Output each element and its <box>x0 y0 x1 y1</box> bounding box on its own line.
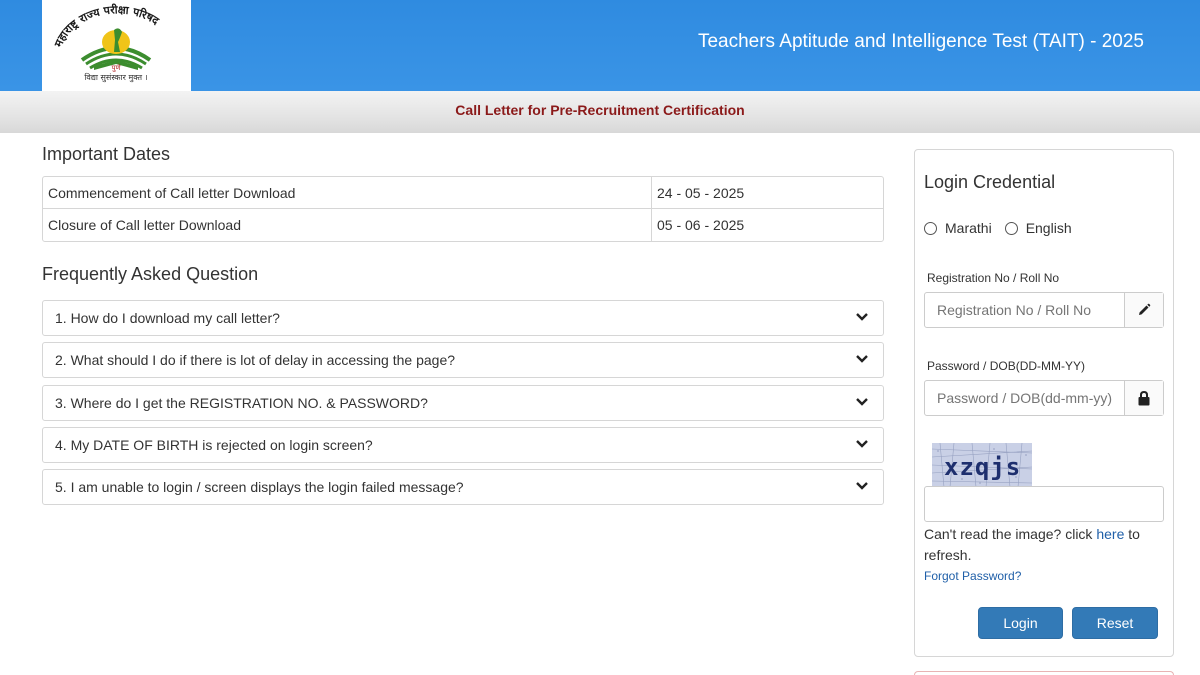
table-row: Closure of Call letter Download 05 - 06 … <box>43 209 883 241</box>
login-button[interactable]: Login <box>978 607 1063 639</box>
date-label: Commencement of Call letter Download <box>43 177 652 208</box>
site-title: Teachers Aptitude and Intelligence Test … <box>697 31 1144 52</box>
site-logo: महाराष्ट्र राज्य परीक्षा परिषद पुणे विद्… <box>42 0 191 91</box>
page-subtitle: Call Letter for Pre-Recruitment Certific… <box>455 102 745 118</box>
date-value: 05 - 06 - 2025 <box>657 217 745 233</box>
chevron-down-icon <box>856 482 868 490</box>
password-label: Password / DOB(DD-MM-YY) <box>927 359 1086 373</box>
forgot-password-link[interactable]: Forgot Password? <box>924 569 1021 583</box>
radio-marathi[interactable] <box>924 221 937 235</box>
captcha-input[interactable] <box>924 486 1164 522</box>
pariksha-parishad-logo-icon: महाराष्ट्र राज्य परीक्षा परिषद पुणे विद्… <box>51 2 162 83</box>
chevron-down-icon <box>856 398 868 406</box>
faq-question: 1. How do I download my call letter? <box>55 310 280 326</box>
captcha-refresh-link[interactable]: here <box>1096 526 1124 542</box>
date-label: Closure of Call letter Download <box>43 209 652 241</box>
faq-item-4[interactable]: 4. My DATE OF BIRTH is rejected on login… <box>42 427 884 463</box>
site-header: महाराष्ट्र राज्य परीक्षा परिषद पुणे विद्… <box>0 0 1200 91</box>
faq-question: 2. What should I do if there is lot of d… <box>55 352 456 368</box>
captcha-help-text: Can't read the image? click here to refr… <box>924 524 1164 566</box>
registration-input[interactable] <box>925 293 1124 327</box>
important-dates-title: Important Dates <box>42 144 171 164</box>
registration-label: Registration No / Roll No <box>927 271 1060 285</box>
radio-english-label[interactable]: English <box>1026 220 1072 236</box>
faq-item-3[interactable]: 3. Where do I get the REGISTRATION NO. &… <box>42 385 884 421</box>
captcha-help-prefix: Can't read the image? click <box>924 526 1097 542</box>
radio-english[interactable] <box>1004 221 1018 235</box>
radio-marathi-label[interactable]: Marathi <box>945 220 992 236</box>
faq-item-2[interactable]: 2. What should I do if there is lot of d… <box>42 342 884 378</box>
login-title: Login Credential <box>924 172 1056 192</box>
captcha-image: xzqjs <box>932 443 1032 487</box>
login-panel: Login Credential Marathi English Registr… <box>914 149 1174 657</box>
table-row: Commencement of Call letter Download 24 … <box>43 177 883 209</box>
faq-item-5[interactable]: 5. I am unable to login / screen display… <box>42 469 884 505</box>
password-input[interactable] <box>925 381 1124 415</box>
pencil-icon <box>1139 303 1151 315</box>
faq-title: Frequently Asked Question <box>42 264 259 284</box>
language-selector: Marathi English <box>924 220 1085 236</box>
password-field-group <box>924 380 1164 416</box>
faq-question: 4. My DATE OF BIRTH is rejected on login… <box>55 437 373 453</box>
faq-item-1[interactable]: 1. How do I download my call letter? <box>42 300 884 336</box>
next-panel-edge <box>914 671 1174 675</box>
lock-icon <box>1138 390 1150 405</box>
date-value: 24 - 05 - 2025 <box>657 185 745 201</box>
page-subheader: Call Letter for Pre-Recruitment Certific… <box>0 91 1200 133</box>
logo-city: पुणे <box>111 63 121 72</box>
chevron-down-icon <box>856 440 868 448</box>
captcha-text: xzqjs <box>944 453 1021 481</box>
faq-question: 3. Where do I get the REGISTRATION NO. &… <box>55 395 428 411</box>
registration-addon <box>1124 293 1163 327</box>
logo-motto: विद्या सुसंस्कार मुक्त । <box>84 72 147 83</box>
important-dates-table: Commencement of Call letter Download 24 … <box>42 176 884 242</box>
chevron-down-icon <box>856 355 868 363</box>
faq-question: 5. I am unable to login / screen display… <box>55 479 464 495</box>
reset-button[interactable]: Reset <box>1072 607 1158 639</box>
password-addon <box>1124 381 1163 415</box>
registration-field-group <box>924 292 1164 328</box>
chevron-down-icon <box>856 313 868 321</box>
